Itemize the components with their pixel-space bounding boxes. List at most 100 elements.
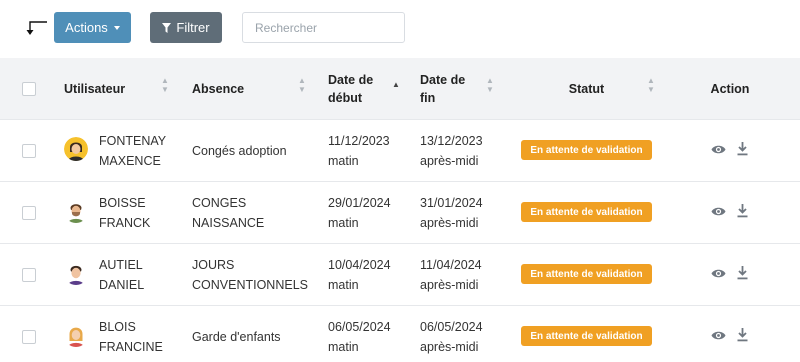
row-checkbox[interactable] [22,144,36,158]
column-label-status: Statut [568,82,605,96]
user-name: FONTENAY MAXENCE [99,120,184,181]
end-half-day: après-midi [420,153,479,168]
start-half-day: matin [328,215,359,230]
absence-type: JOURS CONVENTIONNELS [192,244,317,305]
start-date-value: 06/05/2024 [328,319,391,334]
user-name: BOISSE FRANCK [99,182,184,243]
end-date-value: 31/01/2024 [420,195,483,210]
column-label-action: Action [710,82,750,96]
corner-arrow-icon[interactable] [24,18,48,38]
column-header-end-date[interactable]: Date de fin [420,58,490,120]
end-date-value: 11/04/2024 [420,257,482,272]
start-half-day: matin [328,277,359,292]
avatar-icon [64,323,88,347]
toolbar: Actions Filtrer [0,0,800,56]
actions-button-label: Actions [65,20,108,35]
select-all-checkbox[interactable] [22,82,36,96]
absence-type-line1: CONGES [192,195,247,210]
sort-icon[interactable]: ▲ ▼ [161,76,169,94]
user-last-name: BLOIS [99,319,136,334]
start-date: 10/04/2024 matin [328,244,413,305]
end-date: 31/01/2024 après-midi [420,182,510,243]
absence-type: Congés adoption [192,120,317,181]
download-icon[interactable] [737,142,748,156]
row-checkbox[interactable] [22,330,36,344]
table-row[interactable]: BOISSE FRANCK CONGES NAISSANCE 29/01/202… [0,182,800,244]
absence-type-line2: CONVENTIONNELS [192,277,308,292]
end-half-day: après-midi [420,215,479,230]
user-last-name: AUTIEL [99,257,143,272]
column-header-status[interactable]: Statut [521,58,652,120]
download-icon[interactable] [737,328,748,342]
user-last-name: FONTENAY [99,133,167,148]
user-name: AUTIEL DANIEL [99,244,184,305]
column-label-start-line2: début [328,91,363,105]
sort-icon[interactable]: ▲ ▼ [298,76,306,94]
caret-down-icon [113,25,120,30]
column-label-absence: Absence [192,82,245,96]
end-half-day: après-midi [420,277,479,292]
start-half-day: matin [328,153,359,168]
absence-type: Garde d'enfants [192,306,317,362]
table-row[interactable]: FONTENAY MAXENCE Congés adoption 11/12/2… [0,120,800,182]
user-first-name: FRANCK [99,215,151,230]
start-date: 11/12/2023 matin [328,120,413,181]
sort-icon[interactable]: ▲ ▼ [486,76,494,94]
user-name: BLOIS FRANCINE [99,306,184,362]
end-half-day: après-midi [420,339,479,354]
actions-button[interactable]: Actions [54,12,131,43]
end-date: 11/04/2024 après-midi [420,244,510,305]
avatar-icon [64,137,88,161]
start-date: 29/01/2024 matin [328,182,413,243]
eye-icon[interactable] [711,330,726,341]
column-label-start-line1: Date de [328,73,374,87]
end-date-value: 13/12/2023 [420,133,483,148]
start-date: 06/05/2024 matin [328,306,413,362]
sort-icon[interactable]: ▲ ▼ [647,76,655,94]
user-first-name: FRANCINE [99,339,163,354]
funnel-icon [162,22,172,33]
column-label-user: Utilisateur [64,82,126,96]
column-label-end-line2: fin [420,91,436,105]
start-date-value: 11/12/2023 [328,133,390,148]
user-first-name: DANIEL [99,277,145,292]
status-badge: En attente de validation [521,264,652,284]
column-header-user[interactable]: Utilisateur [64,58,174,120]
column-header-action: Action [700,58,760,120]
filter-button[interactable]: Filtrer [150,12,222,43]
row-checkbox[interactable] [22,268,36,282]
user-first-name: MAXENCE [99,153,161,168]
sort-ascending-icon[interactable]: ▲ [392,80,400,89]
filter-button-label: Filtrer [176,20,210,35]
avatar-icon [64,199,88,223]
eye-icon[interactable] [711,206,726,217]
absence-table: Utilisateur ▲ ▼ Absence ▲ ▼ Date de début … [0,58,800,362]
eye-icon[interactable] [711,268,726,279]
absence-type-line1: Congés adoption [192,143,287,158]
column-header-start-date[interactable]: Date de début [328,58,398,120]
start-date-value: 10/04/2024 [328,257,391,272]
status-badge: En attente de validation [521,326,652,346]
table-row[interactable]: AUTIEL DANIEL JOURS CONVENTIONNELS 10/04… [0,244,800,306]
column-header-absence[interactable]: Absence [192,58,302,120]
end-date: 06/05/2024 après-midi [420,306,510,362]
end-date: 13/12/2023 après-midi [420,120,510,181]
download-icon[interactable] [737,204,748,218]
search-input[interactable] [242,12,405,43]
table-header: Utilisateur ▲ ▼ Absence ▲ ▼ Date de début … [0,58,800,120]
download-icon[interactable] [737,266,748,280]
user-last-name: BOISSE [99,195,146,210]
status-badge: En attente de validation [521,202,652,222]
status-badge: En attente de validation [521,140,652,160]
absence-type-line1: Garde d'enfants [192,329,281,344]
column-label-end-line1: Date de [420,73,466,87]
absence-type: CONGES NAISSANCE [192,182,317,243]
absence-type-line1: JOURS [192,257,235,272]
start-date-value: 29/01/2024 [328,195,391,210]
table-row[interactable]: BLOIS FRANCINE Garde d'enfants 06/05/202… [0,306,800,362]
avatar-icon [64,261,88,285]
eye-icon[interactable] [711,144,726,155]
end-date-value: 06/05/2024 [420,319,483,334]
absence-type-line2: NAISSANCE [192,215,265,230]
row-checkbox[interactable] [22,206,36,220]
